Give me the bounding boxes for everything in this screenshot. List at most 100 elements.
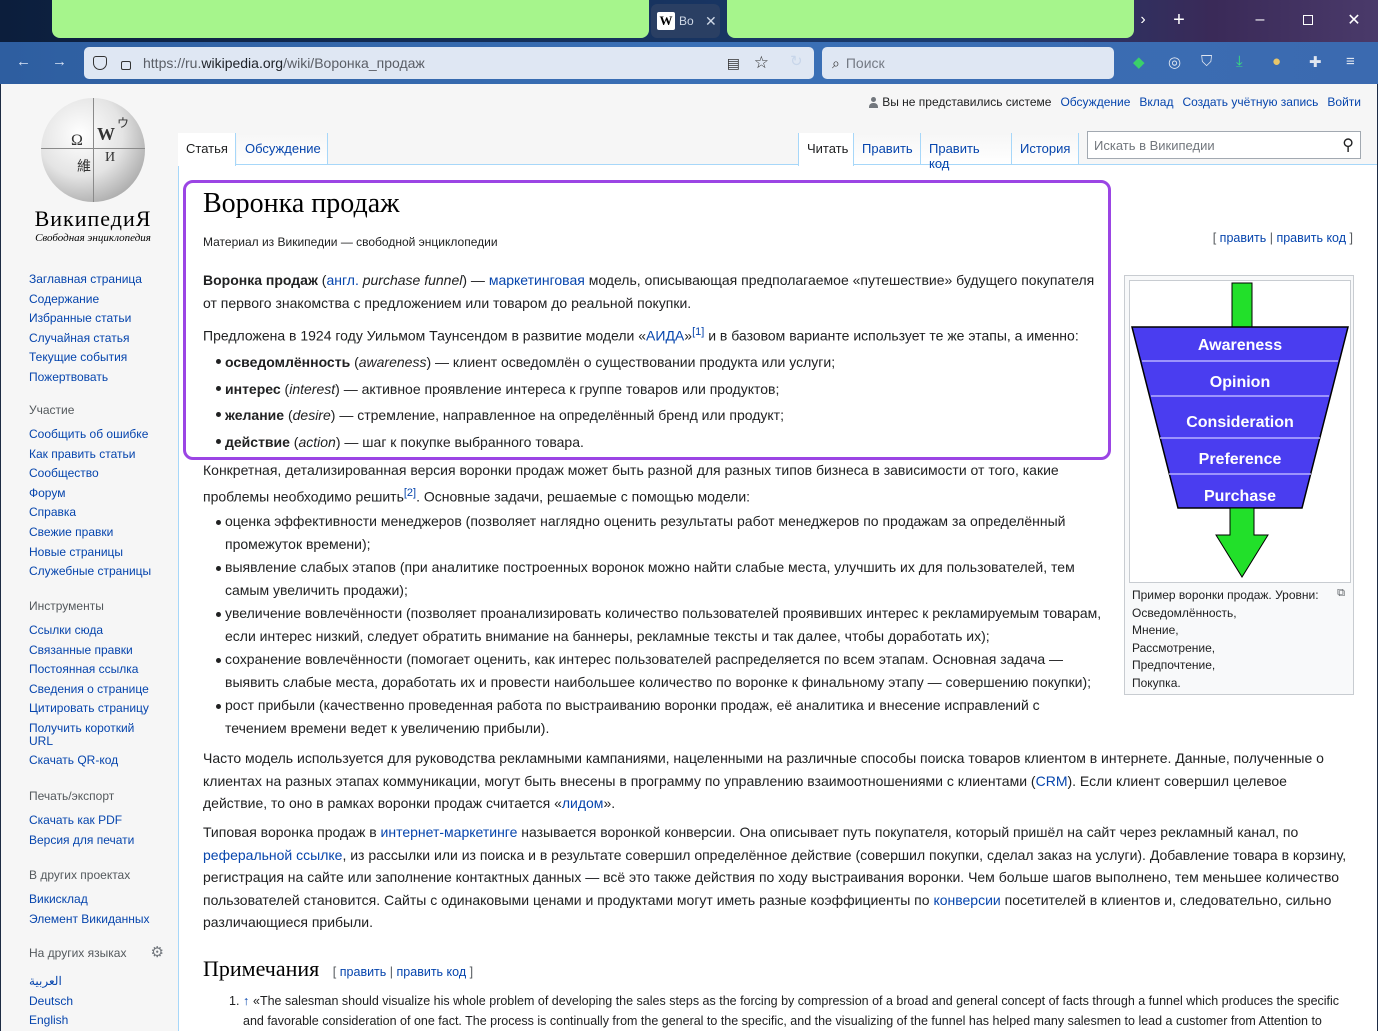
extensions-puzzle-icon[interactable]: ✚ xyxy=(1309,53,1322,71)
search-icon[interactable]: ⚲ xyxy=(1342,135,1354,155)
sidebar-item-forum[interactable]: Форум xyxy=(29,484,151,504)
login-link[interactable]: Войти xyxy=(1327,95,1361,109)
address-bar[interactable]: https://ru.wikipedia.org/wiki/Воронка_пр… xyxy=(84,47,814,79)
sidebar-item-help[interactable]: Справка xyxy=(29,503,151,523)
list-item: выявление слабых этапов (при аналитике п… xyxy=(203,556,1103,601)
sidebar-item-page-info[interactable]: Сведения о странице xyxy=(29,680,159,700)
funnel-level-awareness: Awareness xyxy=(1198,337,1282,354)
edit-source-link[interactable]: править код xyxy=(397,965,467,979)
sidebar-item-commons[interactable]: Викисклад xyxy=(29,890,150,910)
sidebar-item-cite-page[interactable]: Цитировать страницу xyxy=(29,699,159,719)
new-tab-icon[interactable]: + xyxy=(1168,9,1190,31)
wiki-search-input[interactable]: Искать в Википедии ⚲ xyxy=(1087,131,1361,159)
lead-link[interactable]: лидом xyxy=(562,795,604,811)
maximize-icon[interactable] xyxy=(1296,9,1320,31)
sidebar-item-permanent-link[interactable]: Постоянная ссылка xyxy=(29,660,159,680)
browser-search-field[interactable]: ⌕ Поиск xyxy=(822,47,1114,79)
sidebar-item-recent-changes[interactable]: Свежие правки xyxy=(29,523,151,543)
minimize-icon[interactable]: – xyxy=(1248,9,1272,31)
referral-link[interactable]: реферальной ссылке xyxy=(203,847,342,863)
tab-history[interactable]: История xyxy=(1012,133,1079,165)
browser-tab-active[interactable]: W Во ✕ xyxy=(651,4,720,38)
personal-tools: Вы не представились системе Обсуждение В… xyxy=(869,95,1361,109)
lock-icon[interactable] xyxy=(121,60,131,70)
section-edit-links: [ править | править код ] xyxy=(1212,231,1353,245)
sidebar-item-short-url[interactable]: Получить короткий URL xyxy=(29,719,159,751)
sidebar-item-special-pages[interactable]: Служебные страницы xyxy=(29,562,151,582)
tab-edit-source[interactable]: Править код xyxy=(921,133,1012,171)
tab-article[interactable]: Статья xyxy=(178,133,236,166)
sidebar-item-random[interactable]: Случайная статья xyxy=(29,329,142,349)
notes-heading: Примечания [ править | править код ] xyxy=(203,956,474,981)
wikipedia-logo[interactable]: Ω W 維 И ウ ВикипедиЯ Свободная энциклопед… xyxy=(23,98,163,244)
reference-link[interactable]: [1] xyxy=(692,326,704,338)
sidebar-item-community[interactable]: Сообщество xyxy=(29,464,151,484)
sidebar-item-printable[interactable]: Версия для печати xyxy=(29,831,134,851)
gear-icon[interactable]: ⚙ xyxy=(151,943,164,961)
browser-tab[interactable] xyxy=(52,0,649,38)
aida-link[interactable]: АИДА xyxy=(646,328,684,344)
list-item: рост прибыли (качественно проведенная ра… xyxy=(203,694,1103,739)
enlarge-icon[interactable]: ⧉ xyxy=(1337,587,1345,600)
bookmark-star-icon[interactable]: ☆ xyxy=(754,53,769,73)
sidebar-heading: На других языках xyxy=(29,946,127,960)
sidebar-heading: Инструменты xyxy=(29,599,104,613)
list-item: действие (action) — шаг к покупке выбран… xyxy=(203,429,1103,456)
conversion-link[interactable]: конверсии xyxy=(933,892,1000,908)
internet-marketing-link[interactable]: интернет-маркетинге xyxy=(381,824,518,840)
crm-link[interactable]: CRM xyxy=(1036,773,1068,789)
sidebar-item-related-changes[interactable]: Связанные правки xyxy=(29,641,159,661)
sidebar-item-lang-de[interactable]: Deutsch xyxy=(29,992,164,1012)
sidebar-item-report-error[interactable]: Сообщить об ошибке xyxy=(29,425,151,445)
edit-source-link[interactable]: править код xyxy=(1276,231,1346,245)
url-text[interactable]: https://ru.wikipedia.org/wiki/Воронка_пр… xyxy=(143,55,425,71)
marketing-link[interactable]: маркетинговая xyxy=(489,272,585,288)
sidebar-item-lang-ar[interactable]: العربية xyxy=(29,972,164,992)
sidebar-item-current-events[interactable]: Текущие события xyxy=(29,348,142,368)
puzzle-globe-icon: Ω W 維 И ウ xyxy=(41,98,145,202)
search-icon: ⌕ xyxy=(832,54,840,71)
tab-close-icon[interactable]: ✕ xyxy=(705,13,717,30)
tabs-scroll-right-icon[interactable]: › xyxy=(1134,10,1152,30)
menu-hamburger-icon[interactable]: ≡ xyxy=(1346,53,1355,70)
sidebar-item-new-pages[interactable]: Новые страницы xyxy=(29,543,151,563)
reload-icon[interactable]: ↻ xyxy=(790,52,803,70)
sidebar-item-wikidata[interactable]: Элемент Викиданных xyxy=(29,910,150,930)
extension-icon[interactable]: ◎ xyxy=(1168,53,1181,71)
tasks-list: оценка эффективности менеджеров (позволя… xyxy=(203,510,1103,739)
tab-talk[interactable]: Обсуждение xyxy=(237,133,328,165)
sidebar-item-contents[interactable]: Содержание xyxy=(29,290,142,310)
conversion-paragraph: Типовая воронка продаж в интернет-маркет… xyxy=(203,824,1347,930)
create-account-link[interactable]: Создать учётную запись xyxy=(1182,95,1318,109)
sidebar-item-featured[interactable]: Избранные статьи xyxy=(29,309,142,329)
extension-icon[interactable]: ◆ xyxy=(1133,53,1145,71)
downloads-icon[interactable]: ⤓ xyxy=(1236,53,1243,70)
user-contributions-link[interactable]: Вклад xyxy=(1139,95,1173,109)
pocket-icon[interactable]: ⛉ xyxy=(1201,53,1212,70)
sidebar-item-qr-code[interactable]: Скачать QR-код xyxy=(29,751,159,771)
funnel-image[interactable]: Awareness Opinion Consideration Preferen… xyxy=(1129,280,1351,583)
browser-tab[interactable] xyxy=(727,0,1134,38)
sidebar-item-download-pdf[interactable]: Скачать как PDF xyxy=(29,811,134,831)
tab-read[interactable]: Читать xyxy=(798,133,854,166)
lang-abbr-link[interactable]: англ. xyxy=(326,272,358,288)
tab-edit[interactable]: Править xyxy=(854,133,921,165)
profile-avatar-icon[interactable]: ● xyxy=(1272,53,1281,70)
reference-link[interactable]: [2] xyxy=(404,487,416,499)
edit-link[interactable]: править xyxy=(1220,231,1267,245)
reader-view-icon[interactable]: ▤ xyxy=(727,55,740,72)
wikipedia-favicon-icon: W xyxy=(657,12,675,30)
sidebar-item-how-to-edit[interactable]: Как править статьи xyxy=(29,445,151,465)
close-window-icon[interactable]: ✕ xyxy=(1342,9,1366,31)
funnel-level-purchase: Purchase xyxy=(1204,488,1276,505)
sidebar-item-what-links-here[interactable]: Ссылки сюда xyxy=(29,621,159,641)
sidebar-item-lang-en[interactable]: English xyxy=(29,1011,164,1031)
forward-arrow-icon[interactable]: → xyxy=(52,53,67,70)
backlink-arrow-icon[interactable]: ↑ xyxy=(243,991,249,1011)
edit-link[interactable]: править xyxy=(340,965,387,979)
shield-icon[interactable] xyxy=(93,56,107,70)
user-talk-link[interactable]: Обсуждение xyxy=(1060,95,1130,109)
sidebar-item-donate[interactable]: Пожертвовать xyxy=(29,368,142,388)
sidebar-item-main-page[interactable]: Заглавная страница xyxy=(29,270,142,290)
back-arrow-icon[interactable]: ← xyxy=(16,53,31,70)
